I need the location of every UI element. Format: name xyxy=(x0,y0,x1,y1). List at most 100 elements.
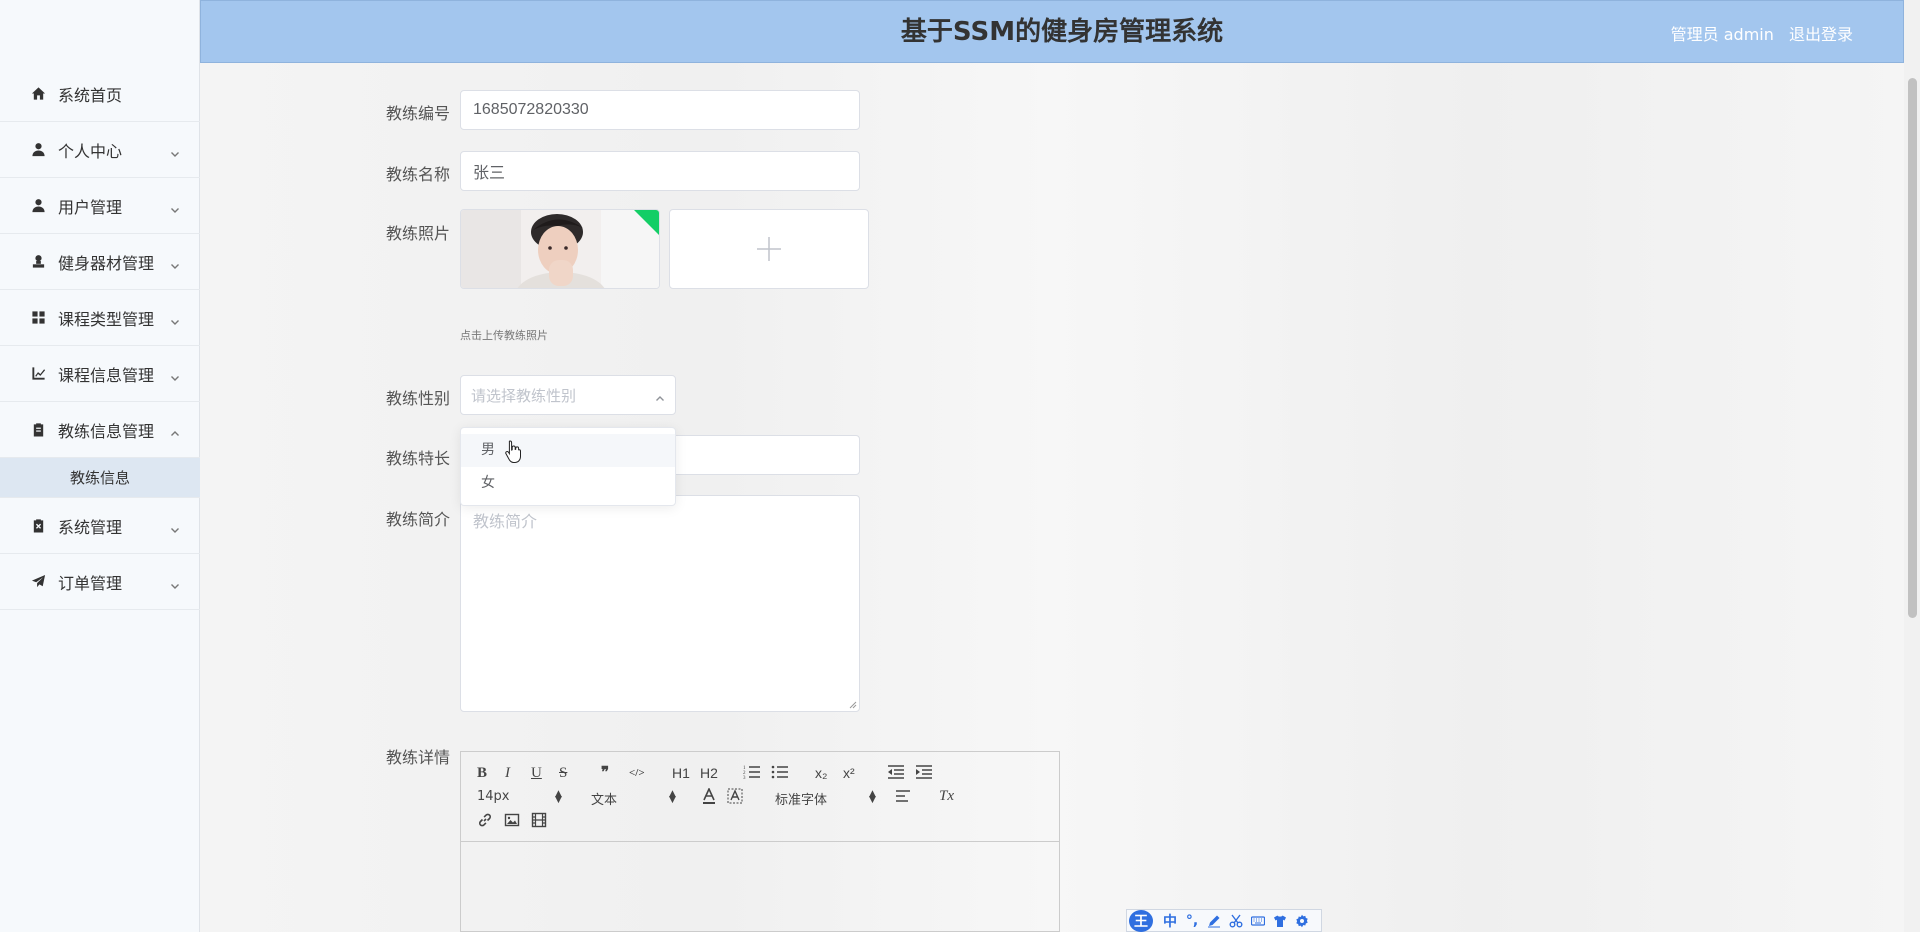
ordered-list-button[interactable]: 123 xyxy=(743,764,761,785)
link-button[interactable] xyxy=(477,812,493,833)
outdent-button[interactable] xyxy=(887,764,905,785)
image-button[interactable] xyxy=(504,812,520,833)
pen-icon xyxy=(1208,915,1220,927)
strike-button[interactable]: S xyxy=(559,764,567,782)
select-arrows-icon: ▲ ▼ xyxy=(669,789,676,805)
coach-specialty-label: 教练特长 xyxy=(386,449,451,468)
superscript-button[interactable]: x² xyxy=(843,764,855,782)
user-icon xyxy=(30,198,46,214)
header-1-button[interactable]: H1 xyxy=(672,764,690,782)
bullet-list-button[interactable] xyxy=(771,764,789,785)
sidebar-item-course-type-management[interactable]: 课程类型管理 xyxy=(0,290,200,346)
sidebar-item-home[interactable]: 系统首页 xyxy=(0,66,200,122)
header-select[interactable]: 文本 ▲ ▼ xyxy=(591,789,676,809)
chevron-down-icon xyxy=(170,144,180,157)
ime-handwrite-button[interactable] xyxy=(1203,911,1225,931)
coach-photo-image xyxy=(461,210,659,288)
svg-text:3: 3 xyxy=(743,776,746,780)
sidebar-item-course-info-management[interactable]: 课程信息管理 xyxy=(0,346,200,402)
ime-skin-button[interactable] xyxy=(1269,911,1291,931)
plus-icon xyxy=(757,237,781,261)
sidebar-item-equipment-management[interactable]: 健身器材管理 xyxy=(0,234,200,290)
sidebar-subitem-label: 教练信息 xyxy=(70,469,131,487)
indent-button[interactable] xyxy=(915,764,933,785)
bullet-list-icon xyxy=(771,765,788,779)
underline-button[interactable]: U xyxy=(531,764,542,782)
outdent-icon xyxy=(888,765,904,779)
font-color-button[interactable] xyxy=(701,787,717,811)
chart-icon xyxy=(30,366,46,382)
ime-keyboard-button[interactable] xyxy=(1247,911,1269,931)
page-scrollbar[interactable] xyxy=(1904,0,1920,932)
code-block-button[interactable]: </> xyxy=(629,764,645,782)
sidebar-menu: 系统首页 个人中心 用户管理 健身器材管理 课程类型管理 课程信息管理 教练信息… xyxy=(0,66,200,610)
sidebar-item-label: 课程类型管理 xyxy=(58,309,155,329)
sidebar-item-label: 订单管理 xyxy=(58,573,123,593)
coach-photo-label: 教练照片 xyxy=(386,224,451,243)
home-icon xyxy=(30,86,46,102)
font-size-select[interactable]: 14px ▲ ▼ xyxy=(477,789,562,805)
sidebar-item-label: 教练信息管理 xyxy=(58,421,155,441)
editor-content-area[interactable] xyxy=(461,842,1059,932)
ime-mode-toggle[interactable]: 中 xyxy=(1159,911,1181,931)
font-family-select[interactable]: 标准字体 ▲ ▼ xyxy=(775,789,876,809)
bold-button[interactable]: B xyxy=(477,764,487,782)
current-user-label: 管理员 admin xyxy=(1670,25,1774,44)
ime-screenshot-button[interactable] xyxy=(1225,911,1247,931)
sidebar-item-label: 系统首页 xyxy=(58,85,123,105)
chevron-down-icon xyxy=(170,256,180,269)
send-icon xyxy=(30,574,46,590)
link-icon xyxy=(479,813,491,827)
font-color-icon xyxy=(703,787,715,804)
sidebar-item-user-management[interactable]: 用户管理 xyxy=(0,178,200,234)
background-color-button[interactable] xyxy=(727,788,743,811)
coach-no-input[interactable]: 1685072820330 xyxy=(460,90,860,130)
photo-upload-tip: 点击上传教练照片 xyxy=(460,329,548,342)
coach-name-input[interactable]: 张三 xyxy=(460,151,860,191)
sidebar-item-label: 用户管理 xyxy=(58,197,123,217)
photo-upload-button[interactable] xyxy=(669,209,869,289)
resize-handle-icon[interactable] xyxy=(849,701,857,709)
align-button[interactable] xyxy=(895,789,911,808)
sidebar-item-order-management[interactable]: 订单管理 xyxy=(0,554,200,610)
ime-logo[interactable]: 王 xyxy=(1129,909,1153,932)
sidebar-item-system-management[interactable]: 系统管理 xyxy=(0,498,200,554)
ime-settings-button[interactable] xyxy=(1291,911,1313,931)
coach-gender-select[interactable]: 请选择教练性别 xyxy=(460,375,676,415)
editor-toolbar: B I U S ❞ </> H1 H2 123 x₂ x² 14px ▲ ▼ 文… xyxy=(461,752,1059,842)
chevron-down-icon xyxy=(170,576,180,589)
ime-punctuation-toggle[interactable]: °, xyxy=(1181,911,1203,931)
video-button[interactable] xyxy=(531,812,547,833)
align-left-icon xyxy=(896,790,910,802)
coach-photo-thumbnail[interactable] xyxy=(460,209,660,289)
ordered-list-icon: 123 xyxy=(743,766,760,781)
gear-icon xyxy=(1296,914,1308,927)
coach-detail-label: 教练详情 xyxy=(386,748,451,767)
coach-gender-placeholder: 请选择教练性别 xyxy=(471,386,577,405)
blockquote-button[interactable]: ❞ xyxy=(601,764,609,782)
subscript-button[interactable]: x₂ xyxy=(815,764,827,782)
main-content: 教练编号 1685072820330 教练名称 张三 教练照片 点击上传教练照片… xyxy=(200,63,1904,932)
sidebar-item-label: 健身器材管理 xyxy=(58,253,155,273)
sidebar-item-coach-info-management[interactable]: 教练信息管理 xyxy=(0,402,200,458)
italic-button[interactable]: I xyxy=(505,764,510,782)
image-icon xyxy=(504,813,520,827)
gender-option-female[interactable]: 女 xyxy=(461,467,675,500)
coach-name-label: 教练名称 xyxy=(386,165,451,184)
header-2-button[interactable]: H2 xyxy=(700,764,718,782)
rich-text-editor: B I U S ❞ </> H1 H2 123 x₂ x² 14px ▲ ▼ 文… xyxy=(460,751,1060,932)
logout-link[interactable]: 退出登录 xyxy=(1789,25,1853,44)
gender-option-male[interactable]: 男 xyxy=(461,434,675,467)
sidebar-subitem-coach-info[interactable]: 教练信息 xyxy=(0,458,200,498)
chevron-down-icon xyxy=(170,520,180,533)
user-area: 管理员 admin 退出登录 xyxy=(1661,21,1853,45)
clipboard-x-icon xyxy=(30,518,46,534)
select-arrows-icon: ▲ ▼ xyxy=(869,789,876,805)
top-header: 基于SSM的健身房管理系统 管理员 admin 退出登录 xyxy=(200,0,1904,63)
scrollbar-thumb[interactable] xyxy=(1908,78,1917,618)
select-arrows-icon: ▲ ▼ xyxy=(555,789,562,805)
sidebar-item-personal-center[interactable]: 个人中心 xyxy=(0,122,200,178)
keyboard-icon xyxy=(1251,915,1265,926)
coach-intro-textarea[interactable]: 教练简介 xyxy=(460,495,860,712)
clear-format-button[interactable]: Tx xyxy=(939,787,954,805)
